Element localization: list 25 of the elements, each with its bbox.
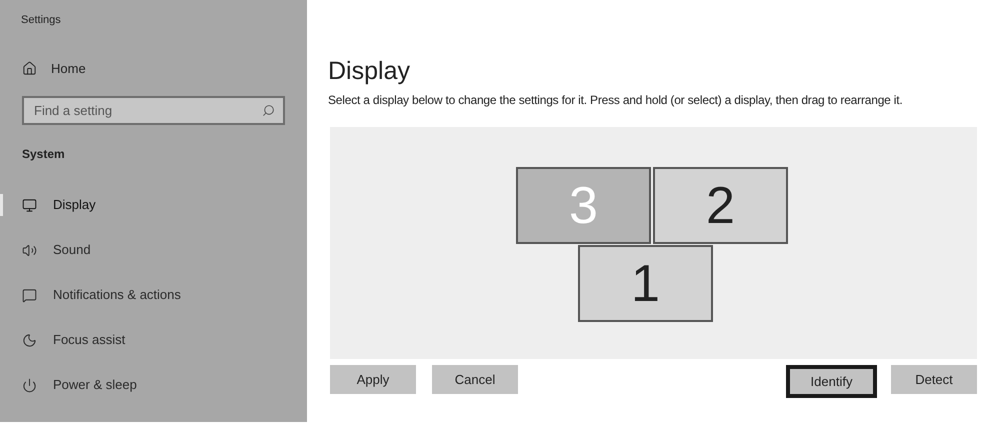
- moon-icon: [22, 332, 37, 348]
- home-link[interactable]: Home: [22, 58, 86, 78]
- section-heading: System: [22, 146, 65, 163]
- sidebar-item[interactable]: Focus assist: [22, 330, 126, 350]
- speaker-icon: [22, 242, 37, 258]
- home-icon: [22, 60, 37, 76]
- sidebar-item[interactable]: Sound: [22, 240, 91, 260]
- monitor-tile[interactable]: 2: [653, 167, 788, 244]
- monitor-tile[interactable]: 1: [578, 245, 713, 322]
- action-button[interactable]: Cancel: [432, 365, 518, 394]
- action-button[interactable]: Identify: [786, 365, 877, 398]
- sidebar-item[interactable]: Power & sleep: [22, 375, 137, 395]
- sidebar-item[interactable]: Display: [22, 195, 96, 215]
- monitor-icon: [22, 198, 37, 212]
- sidebar-item[interactable]: Notifications & actions: [22, 285, 181, 305]
- message-icon: [22, 288, 37, 302]
- action-button[interactable]: Detect: [891, 365, 977, 394]
- window-title: Settings: [21, 13, 61, 28]
- power-icon: [22, 378, 37, 392]
- search-field[interactable]: Find a setting: [22, 96, 285, 125]
- page-title: Display: [328, 56, 410, 87]
- search-icon: [262, 104, 275, 117]
- page-description: Select a display below to change the settings for it. Press and hold (or select) a display, then drag to rearrange it.: [328, 92, 904, 109]
- selection-indicator: [0, 194, 3, 216]
- action-button[interactable]: Apply: [330, 365, 416, 394]
